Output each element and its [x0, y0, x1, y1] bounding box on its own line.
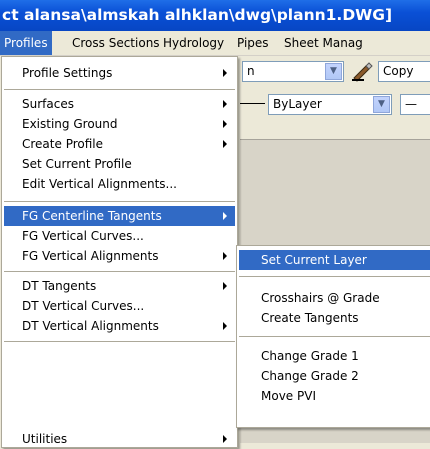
- title-bar: ct alansa\almskah alhklan\dwg\plann1.DWG…: [0, 0, 430, 31]
- linetype-combo[interactable]: —: [400, 94, 430, 115]
- submenu-arrow-icon: [223, 252, 227, 260]
- menu-separator: [239, 336, 430, 337]
- divider: [240, 139, 430, 140]
- submenu-item-set-current-layer[interactable]: Set Current Layer: [239, 250, 430, 270]
- copy-combo-value: Copy: [383, 64, 414, 78]
- menu-item-surfaces[interactable]: Surfaces: [4, 94, 235, 114]
- menu-item-utilities[interactable]: Utilities: [4, 429, 235, 449]
- window-title: ct alansa\almskah alhklan\dwg\plann1.DWG…: [2, 6, 393, 24]
- submenu-arrow-icon: [223, 435, 227, 443]
- menu-item-fg-vertical-alignments[interactable]: FG Vertical Alignments: [4, 246, 235, 266]
- submenu-arrow-icon: [223, 120, 227, 128]
- menu-separator: [4, 89, 235, 90]
- menu-item-existing-ground[interactable]: Existing Ground: [4, 114, 235, 134]
- submenu-arrow-icon: [223, 140, 227, 148]
- chevron-down-icon[interactable]: ▼: [373, 96, 390, 113]
- layer-combo[interactable]: ByLayer ▼: [268, 94, 392, 115]
- submenu-arrow-icon: [223, 212, 227, 220]
- submenu-item-crosshairs-at-grade[interactable]: Crosshairs @ Grade: [239, 288, 430, 308]
- menu-profiles[interactable]: Profiles: [0, 31, 52, 55]
- menu-separator: [239, 276, 430, 277]
- menu-item-create-profile[interactable]: Create Profile: [4, 134, 235, 154]
- toolbar-combo-value: n: [247, 64, 255, 78]
- menu-bar: Profiles Cross Sections Hydrology Pipes …: [0, 31, 430, 56]
- menu-item-dt-vertical-curves[interactable]: DT Vertical Curves...: [4, 296, 235, 316]
- linetype-sample: [240, 103, 265, 104]
- menu-item-fg-vertical-curves[interactable]: FG Vertical Curves...: [4, 226, 235, 246]
- layer-combo-value: ByLayer: [273, 97, 322, 111]
- profiles-menu: Profile Settings Surfaces Existing Groun…: [1, 56, 238, 448]
- menu-pipes[interactable]: Pipes: [233, 31, 273, 55]
- menu-item-fg-centerline-tangents[interactable]: FG Centerline Tangents: [4, 206, 235, 226]
- submenu-item-move-pvi[interactable]: Move PVI: [239, 386, 430, 406]
- submenu-item-create-tangents[interactable]: Create Tangents: [239, 308, 430, 328]
- menu-separator: [4, 271, 235, 272]
- submenu-arrow-icon: [223, 322, 227, 330]
- menu-separator: [4, 201, 235, 202]
- submenu-item-change-grade-1[interactable]: Change Grade 1: [239, 346, 430, 366]
- toolbar-combo[interactable]: n ▼: [242, 61, 344, 82]
- menu-separator: [4, 341, 235, 342]
- submenu-item-change-grade-2[interactable]: Change Grade 2: [239, 366, 430, 386]
- menu-item-profile-settings[interactable]: Profile Settings: [4, 63, 235, 83]
- menu-item-dt-tangents[interactable]: DT Tangents: [4, 276, 235, 296]
- submenu-arrow-icon: [223, 100, 227, 108]
- menu-sheet-manager[interactable]: Sheet Manag: [280, 31, 367, 55]
- submenu-arrow-icon: [223, 282, 227, 290]
- menu-item-set-current-profile[interactable]: Set Current Profile: [4, 154, 235, 174]
- chevron-down-icon[interactable]: ▼: [325, 63, 342, 80]
- menu-cross-sections[interactable]: Cross Sections: [68, 31, 164, 55]
- menu-item-dt-vertical-alignments[interactable]: DT Vertical Alignments: [4, 316, 235, 336]
- menu-hydrology[interactable]: Hydrology: [159, 31, 228, 55]
- submenu-arrow-icon: [223, 69, 227, 77]
- menu-item-edit-vertical-alignments[interactable]: Edit Vertical Alignments...: [4, 174, 235, 194]
- fg-centerline-tangents-submenu: Set Current Layer Crosshairs @ Grade Cre…: [236, 245, 430, 428]
- copy-combo[interactable]: Copy: [378, 61, 430, 82]
- linetype-combo-value: —: [405, 97, 417, 111]
- match-properties-icon[interactable]: [350, 60, 374, 82]
